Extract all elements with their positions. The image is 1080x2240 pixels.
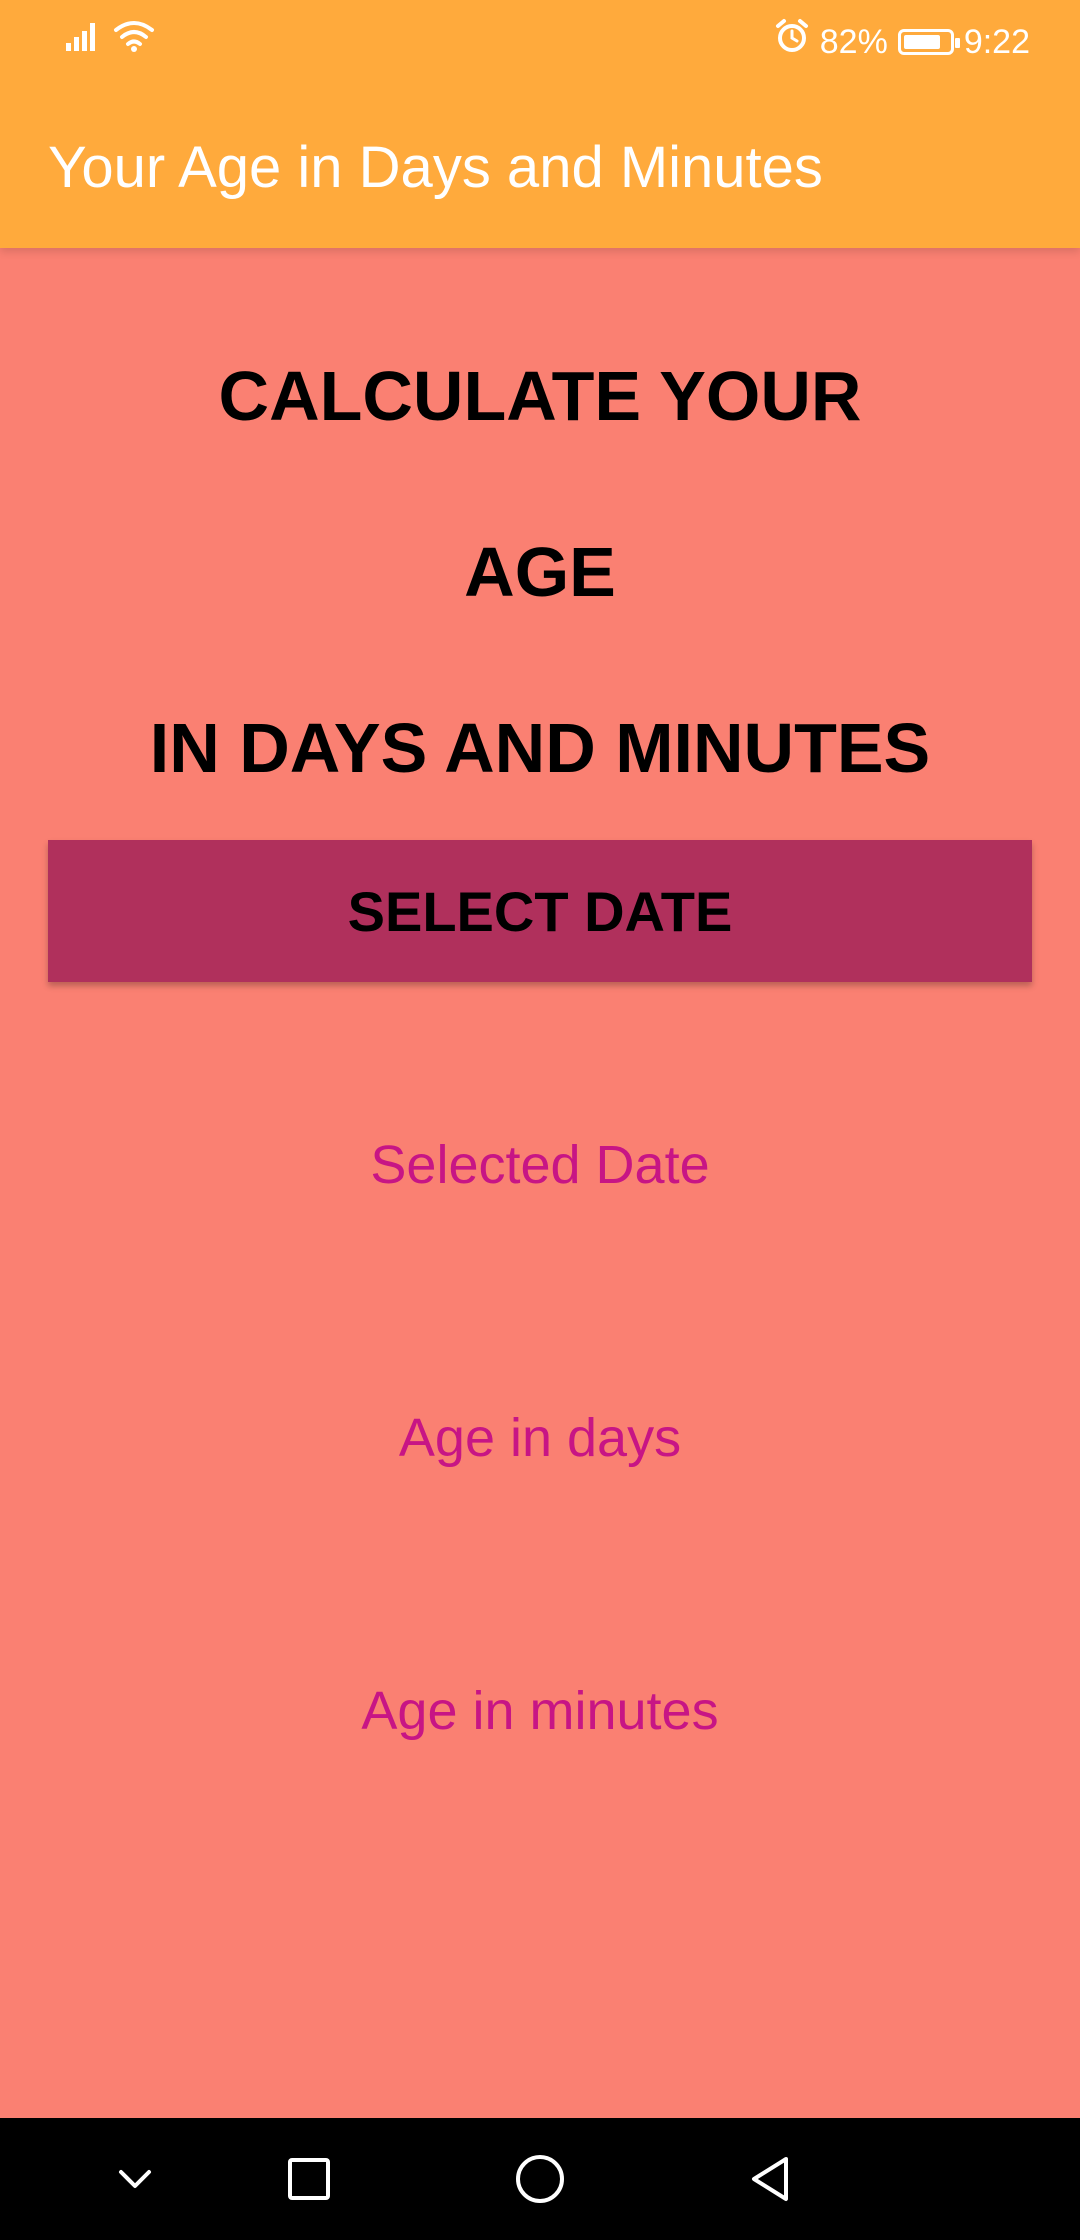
system-nav-bar [0, 2118, 1080, 2240]
status-bar: 82% 9:22 [0, 0, 1080, 80]
status-time: 9:22 [963, 22, 1030, 61]
app-bar-title: Your Age in Days and Minutes [48, 135, 823, 200]
age-in-minutes-text: Age in minutes [361, 1681, 719, 1741]
battery-level-fill [903, 34, 940, 49]
status-left-group [64, 18, 156, 59]
age-in-days-text: Age in days [398, 1408, 682, 1468]
select-date-button[interactable]: SELECT DATE [48, 840, 1032, 982]
home-circle-icon[interactable] [490, 2134, 590, 2224]
top-bar: 82% 9:22 Your Age in Days and Minutes [0, 0, 1080, 248]
battery-icon [897, 28, 960, 55]
wifi-icon [112, 18, 156, 59]
headline-line-1: CALCULATE YOUR [218, 357, 862, 435]
selected-date-text: Selected Date [370, 1135, 710, 1195]
headline-line-2: AGE [464, 533, 616, 611]
alarm-icon [774, 18, 810, 65]
back-triangle-icon[interactable] [720, 2134, 820, 2224]
status-right-group: 82% 9:22 [774, 18, 1030, 65]
chevron-down-icon[interactable] [85, 2134, 185, 2224]
headline-line-3: IN DAYS AND MINUTES [149, 709, 931, 787]
signal-icon [64, 19, 102, 58]
recents-square-icon[interactable] [259, 2134, 359, 2224]
main-content: CALCULATE YOUR AGE IN DAYS AND MINUTES S… [0, 248, 1080, 2118]
battery-percent: 82% [819, 22, 888, 61]
